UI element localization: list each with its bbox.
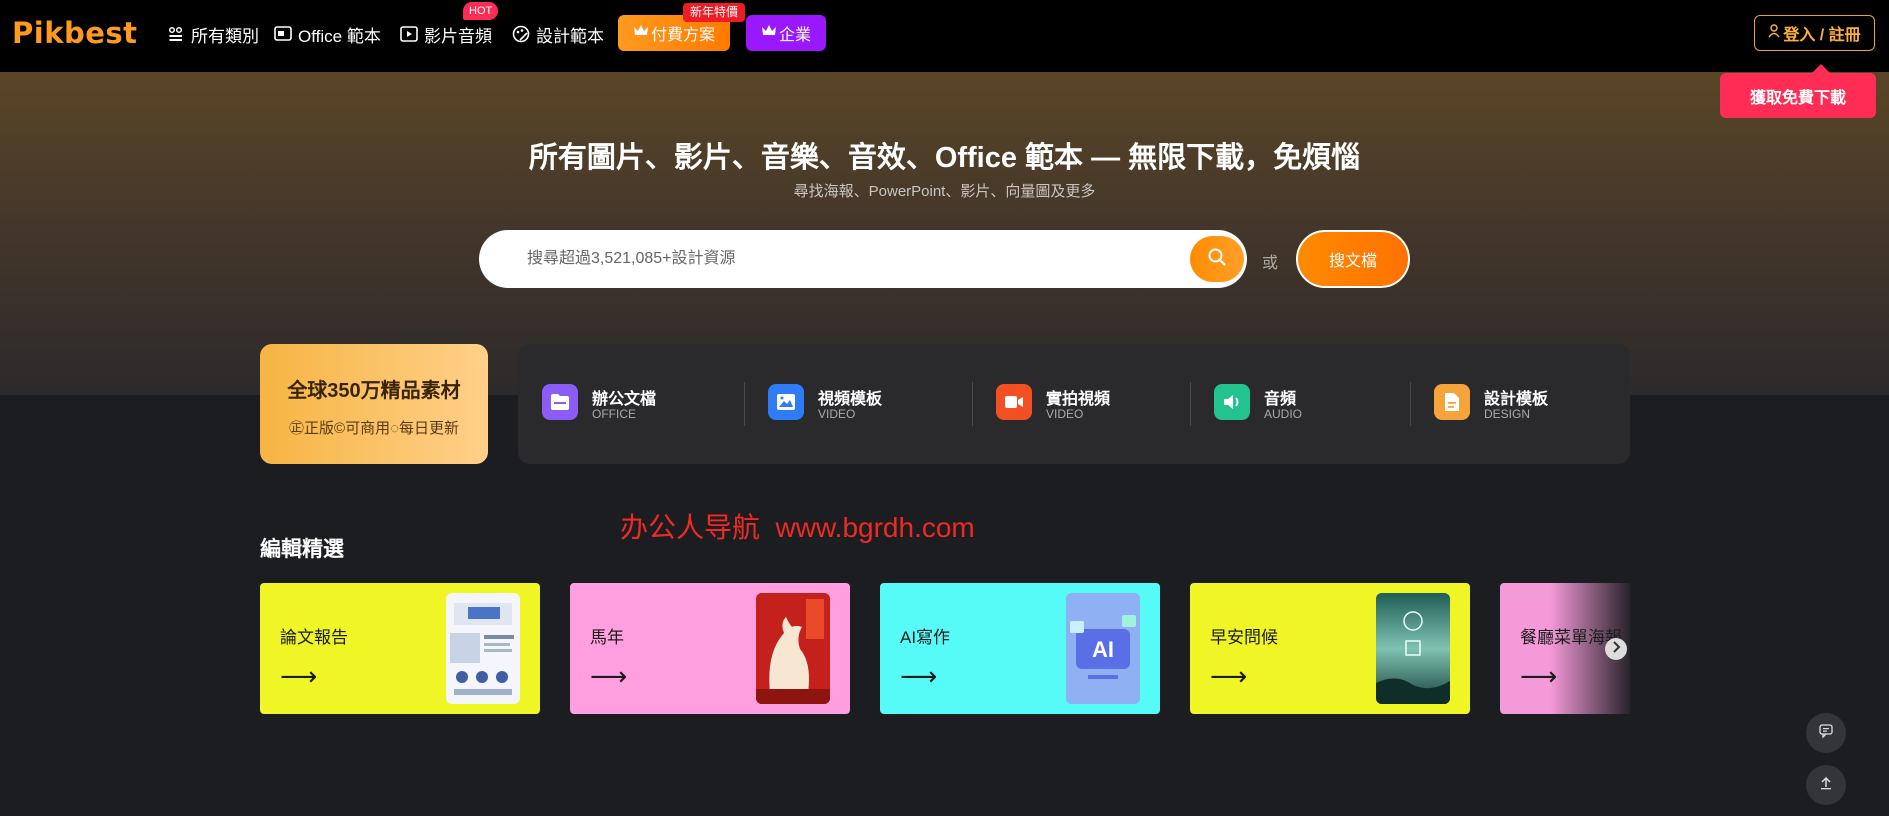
card-label: 馬年: [590, 628, 624, 647]
pick-card-thesis[interactable]: 論文報告 ⟶: [260, 583, 540, 714]
video-icon: [399, 24, 419, 44]
category-en: DESIGN: [1484, 407, 1531, 421]
palette-icon: [511, 24, 531, 44]
category-en: VIDEO: [818, 407, 856, 421]
crown-icon: [633, 24, 649, 42]
promo-title: 全球350万精品素材: [287, 380, 461, 402]
nav-design-templates-label: 設計範本: [536, 26, 604, 46]
divider: [1190, 382, 1191, 426]
divider: [972, 382, 973, 426]
card-thumbnail: AI: [1066, 593, 1140, 704]
pikbest-logo[interactable]: Pikbest: [12, 16, 138, 50]
category-name: 設計模板: [1484, 391, 1549, 408]
divider: [744, 382, 745, 426]
nav-office-templates[interactable]: Office 範本: [273, 22, 381, 46]
watermark-text: 办公人导航 www.bgrdh.com: [620, 512, 975, 543]
category-name: 實拍視頻: [1046, 391, 1111, 408]
paid-plan-label: 付費方案: [650, 27, 715, 44]
search-icon: [1207, 247, 1227, 272]
card-label: 論文報告: [280, 628, 348, 647]
grid-icon: [166, 24, 186, 44]
arrow-right-icon: ⟶: [590, 661, 628, 691]
speaker-icon: [1214, 384, 1250, 420]
hero-subtitle: 尋找海報、PowerPoint、影片、向量圖及更多: [793, 183, 1096, 200]
search-input[interactable]: [527, 230, 1147, 288]
user-icon: [1768, 23, 1780, 43]
image-icon: [768, 384, 804, 420]
pick-card-ai-writing[interactable]: AI寫作 ⟶ AI: [880, 583, 1160, 714]
arrow-up-icon: [1820, 776, 1832, 795]
nav-office-templates-label: Office 範本: [298, 26, 381, 46]
category-name: 音頻: [1264, 391, 1297, 408]
hot-badge: HOT: [463, 2, 499, 20]
card-thumbnail: [1376, 593, 1450, 704]
search-bar: [479, 230, 1247, 288]
divider: [1410, 382, 1411, 426]
card-thumbnail: [756, 593, 830, 704]
enterprise-button[interactable]: 企業: [746, 15, 826, 51]
arrow-right-icon: ⟶: [280, 661, 318, 691]
promo-card[interactable]: 全球350万精品素材 ㊣正版©可商用◌每日更新: [260, 344, 488, 464]
or-text: 或: [1262, 255, 1279, 272]
crown-icon: [761, 24, 777, 42]
nav-video-audio[interactable]: 影片音頻: [399, 22, 492, 46]
new-year-sale-badge: 新年特價: [683, 3, 746, 22]
folder-icon: [542, 384, 578, 420]
category-en: OFFICE: [592, 407, 636, 421]
carousel-next-button[interactable]: [1605, 638, 1627, 660]
editor-picks-title: 編輯精選: [260, 538, 344, 561]
nav-all-categories-label: 所有類別: [191, 26, 259, 46]
arrow-right-icon: ⟶: [1210, 661, 1248, 691]
card-thumbnail: [446, 593, 520, 704]
free-download-tip[interactable]: 獲取免費下載: [1720, 64, 1876, 118]
back-to-top-button[interactable]: [1806, 765, 1846, 805]
nav-design-templates[interactable]: 設計範本: [511, 22, 604, 46]
nav-all-categories[interactable]: 所有類別: [166, 22, 259, 46]
camera-icon: [996, 384, 1032, 420]
nav-video-audio-label: 影片音頻: [424, 26, 492, 46]
category-en: VIDEO: [1046, 407, 1084, 421]
login-register-label: 登入 / 註冊: [1783, 27, 1861, 44]
arrow-right-icon: ⟶: [900, 661, 938, 691]
top-nav-bar: Pikbest 所有類別 Office 範本 影片音頻 HOT 設計範本 付費方…: [0, 0, 1889, 72]
pick-card-good-morning[interactable]: 早安問候 ⟶: [1190, 583, 1470, 714]
search-button[interactable]: [1190, 236, 1244, 282]
category-panel: 辦公文檔 OFFICE 視頻模板 VIDEO 實拍視頻 VIDEO 音頻 AUD…: [518, 344, 1630, 464]
card-label: 早安問候: [1210, 628, 1278, 647]
promo-subtitle: ㊣正版©可商用◌每日更新: [289, 420, 459, 437]
category-name: 辦公文檔: [592, 391, 657, 408]
chevron-right-icon: [1611, 640, 1621, 658]
page: Pikbest 所有類別 Office 範本 影片音頻 HOT 設計範本 付費方…: [0, 0, 1889, 816]
hero-title: 所有圖片、影片、音樂、音效、Office 範本 — 無限下載，免煩惱: [528, 142, 1361, 174]
office-icon: [273, 24, 293, 44]
category-name: 視頻模板: [818, 391, 883, 408]
feedback-button[interactable]: [1806, 713, 1846, 753]
pick-card-horse-year[interactable]: 馬年 ⟶: [570, 583, 850, 714]
chat-icon: [1819, 723, 1833, 743]
search-documents-button[interactable]: 搜文檔: [1296, 230, 1410, 288]
document-icon: [1434, 384, 1470, 420]
category-en: AUDIO: [1264, 407, 1303, 421]
editor-picks-carousel: 論文報告 ⟶ 馬年 ⟶ AI寫作 ⟶ AI 早安問候 ⟶ ⟶: [260, 583, 1630, 714]
login-register-button[interactable]: 登入 / 註冊: [1754, 15, 1875, 51]
enterprise-label: 企業: [778, 27, 811, 44]
card-label: AI寫作: [900, 628, 951, 647]
svg-text:AI: AI: [1092, 637, 1114, 662]
